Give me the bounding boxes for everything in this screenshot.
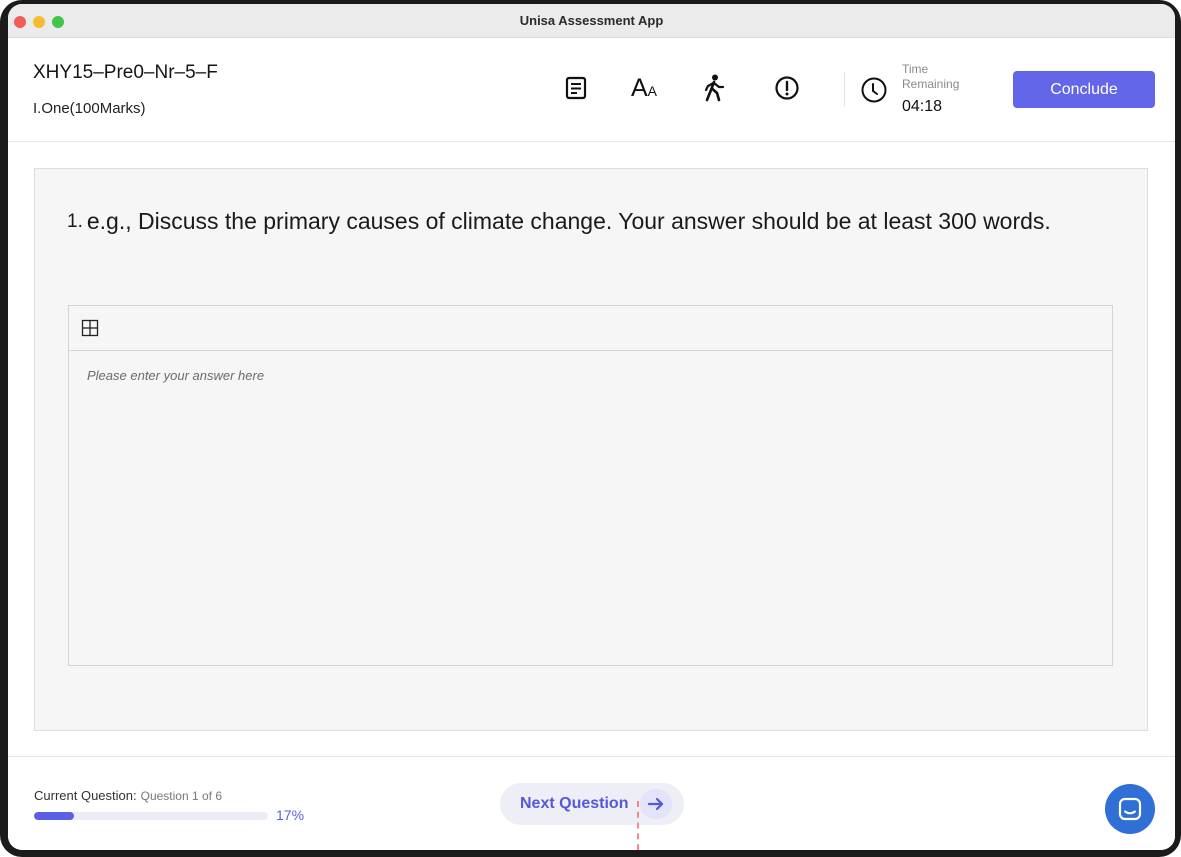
alert-icon: [775, 76, 799, 100]
notes-icon: [565, 76, 587, 100]
progress-bar: [34, 812, 268, 820]
clock-icon: [861, 77, 887, 103]
answer-editor: [68, 305, 1113, 666]
current-question-value: Question 1 of 6: [140, 789, 222, 803]
question-text: e.g., Discuss the primary causes of clim…: [86, 208, 1051, 234]
title-bar: Unisa Assessment App: [8, 4, 1175, 38]
minimize-window-button[interactable]: [33, 16, 45, 28]
accessibility-walk-icon: [704, 74, 725, 102]
accessibility-button[interactable]: [698, 72, 730, 104]
current-question-label: Current Question:: [34, 788, 137, 803]
app-window: Unisa Assessment App XHY15–Pre0–Nr–5–F I…: [8, 4, 1175, 850]
time-remaining-label: Time Remaining: [902, 62, 960, 91]
table-grid-icon[interactable]: [81, 319, 99, 337]
window-controls: [14, 16, 64, 28]
exam-section: I.One(100Marks): [33, 100, 146, 117]
conclude-button[interactable]: Conclude: [1013, 71, 1155, 108]
font-size-icon: AA: [630, 73, 658, 102]
zoom-window-button[interactable]: [52, 16, 64, 28]
chat-support-button[interactable]: [1105, 784, 1155, 834]
window-title: Unisa Assessment App: [519, 13, 664, 28]
editor-toolbar: [69, 306, 1112, 351]
notes-button[interactable]: [560, 72, 592, 104]
chat-bubble-icon: [1118, 797, 1142, 821]
arrow-right-icon: [640, 789, 672, 819]
footer-bar: Current Question: Question 1 of 6 17% Nex…: [8, 756, 1175, 850]
question-prompt: 1. e.g., Discuss the primary causes of cl…: [67, 203, 1107, 240]
close-window-button[interactable]: [14, 16, 26, 28]
current-question-indicator: Current Question: Question 1 of 6: [34, 788, 222, 803]
answer-input[interactable]: [69, 352, 1112, 665]
progress-bar-fill: [34, 812, 74, 820]
exam-code: XHY15–Pre0–Nr–5–F: [33, 62, 218, 83]
font-size-glyph-small: A: [647, 82, 658, 99]
progress-percent: 17%: [276, 807, 305, 823]
question-number: 1.: [67, 211, 83, 232]
drag-guide-line: [637, 801, 639, 850]
next-question-label: Next Question: [520, 795, 629, 812]
device-frame: Unisa Assessment App XHY15–Pre0–Nr–5–F I…: [0, 0, 1181, 857]
next-question-button[interactable]: Next Question: [500, 783, 684, 825]
time-remaining-value: 04:18: [902, 98, 943, 115]
header-divider: [844, 72, 845, 106]
font-size-button[interactable]: AA: [628, 72, 660, 104]
exam-header: XHY15–Pre0–Nr–5–F I.One(100Marks) AA Tim…: [8, 38, 1175, 142]
font-size-glyph-large: A: [630, 73, 648, 102]
question-card: 1. e.g., Discuss the primary causes of cl…: [34, 168, 1148, 731]
report-issue-button[interactable]: [771, 72, 803, 104]
